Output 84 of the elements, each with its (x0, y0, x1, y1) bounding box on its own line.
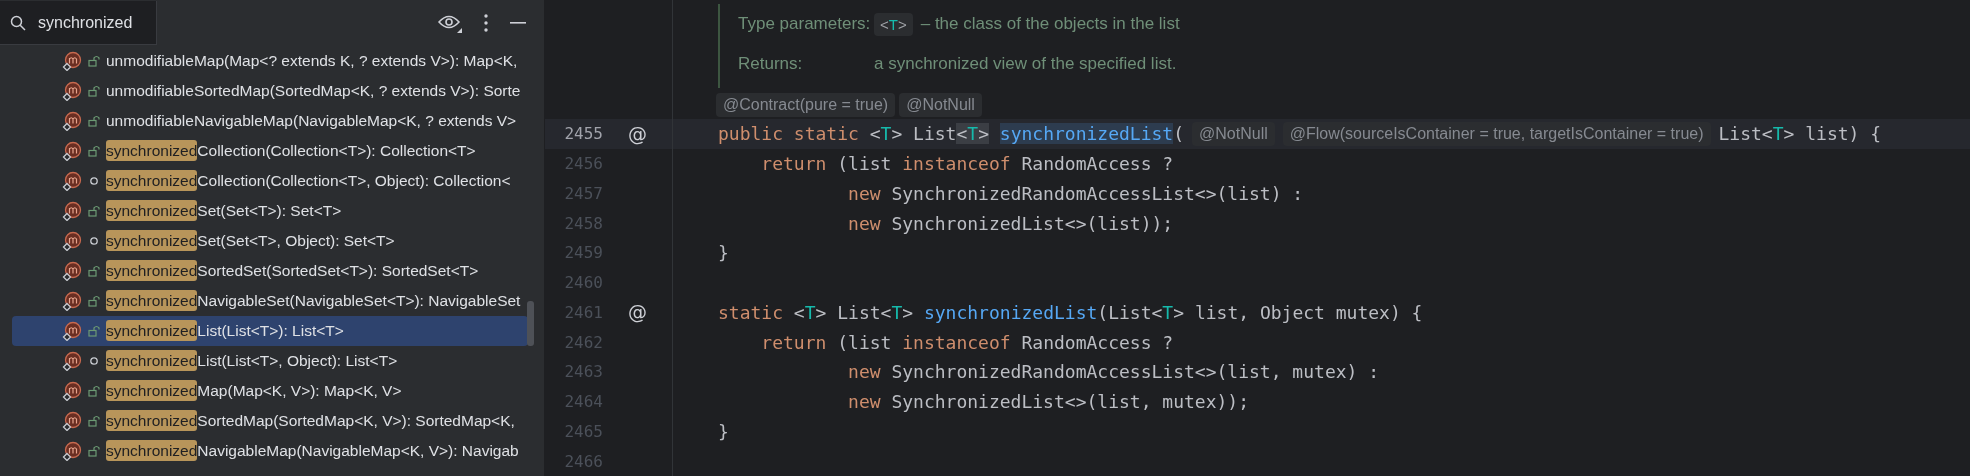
method-icon (62, 411, 82, 431)
code-text: new SynchronizedRandomAccessList<>(list, mutex) : (847, 361, 1380, 383)
method-icon (62, 261, 82, 281)
circle-icon (88, 235, 100, 247)
search-field[interactable]: synchronized (0, 1, 157, 45)
method-signature: synchronizedSet(Set<T>): Set<T> (106, 202, 342, 220)
method-icon (62, 81, 82, 101)
method-signature: unmodifiableSortedMap(SortedMap<K, ? extends V>): Sorte (106, 82, 521, 100)
structure-item[interactable]: synchronizedSortedMap(SortedMap<K, V>): SortedMap<K, (12, 406, 528, 436)
code-text: } (718, 420, 729, 442)
method-signature: synchronizedSet(Set<T>, Object): Set<T> (106, 232, 395, 250)
unlocked-padlock-icon (88, 385, 100, 397)
method-icon (62, 321, 82, 341)
structure-item[interactable]: synchronizedNavigableSet(NavigableSet<T>): NavigableSet (12, 286, 528, 316)
code-text: new SynchronizedRandomAccessList<>(list) : (847, 182, 1304, 204)
code-text: static <T> List<T> synchronizedList(List<T> list, Object mutex) { (718, 301, 1423, 323)
unlocked-padlock-icon (88, 445, 100, 457)
structure-item[interactable]: synchronizedList(List<T>): List<T> (12, 316, 528, 346)
structure-item[interactable]: synchronizedMap(Map<K, V>): Map<K, V> (12, 376, 528, 406)
structure-item[interactable]: synchronizedList(List<T>, Object): List<T> (12, 346, 528, 376)
method-icon (62, 381, 82, 401)
doc-text: – the class of the objects in the list (920, 14, 1180, 34)
doc-label: Returns: (738, 54, 804, 74)
code-text: return (list instanceof RandomAccess ? (760, 153, 1174, 175)
circle-icon (88, 175, 100, 187)
method-signature: synchronizedCollection(Collection<T>): Collection<T> (106, 142, 476, 160)
method-signature: synchronizedSortedSet(SortedSet<T>): SortedSet<T> (106, 262, 479, 280)
circle-icon (88, 355, 100, 367)
eye-icon[interactable] (438, 13, 462, 33)
structure-item[interactable]: synchronizedSortedSet(SortedSet<T>): SortedSet<T> (12, 256, 528, 286)
unlocked-padlock-icon (88, 265, 100, 277)
code-text: List<T> list) { (1718, 123, 1882, 145)
code-text: public static <T> List<T> synchronizedList( (718, 123, 1185, 145)
type-parameter-chip: <T> (874, 12, 913, 36)
code-text: new SynchronizedList<>(list)); (847, 212, 1174, 234)
method-signature: synchronizedList(List<T>): List<T> (106, 322, 344, 340)
structure-item[interactable]: synchronizedSet(Set<T>, Object): Set<T> (12, 226, 528, 256)
inlay-hint: @Flow(sourceIsContainer = true, targetIsContainer = true) (1282, 121, 1711, 146)
method-signature: synchronizedNavigableSet(NavigableSet<T>): NavigableSet (106, 292, 521, 310)
method-icon (62, 351, 82, 371)
code-text: return (list instanceof RandomAccess ? (760, 331, 1174, 353)
annotation-hint: @Contract(pure = true) (716, 93, 896, 118)
method-icon (62, 231, 82, 251)
method-signature: synchronizedSortedMap(SortedMap<K, V>): SortedMap<K, (106, 412, 515, 430)
more-icon[interactable] (484, 14, 488, 32)
method-icon (62, 201, 82, 221)
unlocked-padlock-icon (88, 145, 100, 157)
unlocked-padlock-icon (88, 205, 100, 217)
structure-item[interactable]: synchronizedNavigableMap(NavigableMap<K, V>): Navigab (12, 436, 528, 466)
doc-text: a synchronized view of the specified list. (874, 54, 1177, 74)
code-text: new SynchronizedList<>(list, mutex)); (847, 391, 1250, 413)
unlocked-padlock-icon (88, 55, 100, 67)
method-icon (62, 111, 82, 131)
scrollbar-thumb[interactable] (527, 301, 534, 346)
unlocked-padlock-icon (88, 325, 100, 337)
method-signature: unmodifiableMap(Map<? extends K, ? extends V>): Map<K, (106, 52, 518, 70)
structure-item[interactable]: synchronizedSet(Set<T>): Set<T> (12, 196, 528, 226)
inlay-hint: @NotNull (1192, 121, 1275, 146)
method-icon (62, 141, 82, 161)
unlocked-padlock-icon (88, 295, 100, 307)
structure-item[interactable]: synchronizedCollection(Collection<T>, Object): Collection< (12, 166, 528, 196)
unlocked-padlock-icon (88, 115, 100, 127)
method-signature: synchronizedList(List<T>, Object): List<T> (106, 352, 398, 370)
structure-item[interactable]: unmodifiableNavigableMap(NavigableMap<K, ? extends V> (12, 106, 528, 136)
line-number: 2455 (564, 124, 603, 144)
doc-label: Type parameters: (738, 14, 872, 34)
method-signature: synchronizedMap(Map<K, V>): Map<K, V> (106, 382, 402, 400)
search-icon (10, 15, 26, 31)
structure-item[interactable]: unmodifiableMap(Map<? extends K, ? extends V>): Map<K, (12, 46, 528, 76)
method-signature: synchronizedNavigableMap(NavigableMap<K, V>): Navigab (106, 442, 519, 460)
annotation-hint: @NotNull (899, 93, 982, 118)
structure-item[interactable]: synchronizedCollection(Collection<T>): Collection<T> (12, 136, 528, 166)
gutter-marker[interactable]: @ (628, 301, 647, 324)
gutter-marker[interactable]: @ (628, 122, 647, 145)
method-signature: synchronizedCollection(Collection<T>, Object): Collection< (106, 172, 511, 190)
method-icon (62, 441, 82, 461)
code-text: } (718, 242, 729, 264)
unlocked-padlock-icon (88, 415, 100, 427)
structure-item[interactable]: unmodifiableSortedMap(SortedMap<K, ? extends V>): Sorte (12, 76, 528, 106)
unlocked-padlock-icon (88, 85, 100, 97)
method-icon (62, 171, 82, 191)
method-icon (62, 291, 82, 311)
method-icon (62, 51, 82, 71)
method-signature: unmodifiableNavigableMap(NavigableMap<K, ? extends V> (106, 112, 517, 130)
